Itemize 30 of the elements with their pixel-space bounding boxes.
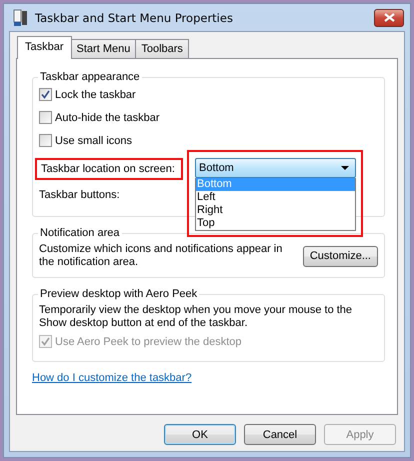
caret-icon	[341, 166, 349, 170]
checkbox-label: Use small icons	[55, 134, 132, 146]
taskbar-app-icon	[13, 8, 29, 26]
window-title: Taskbar and Start Menu Properties	[35, 10, 234, 24]
customize-button[interactable]: Customize...	[302, 246, 378, 266]
location-dropdown[interactable]: Bottom	[195, 158, 356, 178]
dropdown-option[interactable]: Top	[196, 217, 355, 230]
description-text: Customize which icons and notifications appear in the notification area.	[39, 243, 284, 269]
checkbox-label: Auto-hide the taskbar	[55, 112, 160, 124]
help-link[interactable]: How do I customize the taskbar?	[32, 372, 192, 384]
group-title: Notification area	[39, 227, 120, 239]
tab[interactable]: Toolbars	[135, 39, 189, 58]
location-label: Taskbar location on screen:	[35, 158, 183, 180]
taskbar-buttons-label: Taskbar buttons:	[39, 189, 120, 201]
checkbox-label: Lock the taskbar	[55, 88, 136, 100]
checkbox[interactable]	[39, 134, 52, 147]
tab[interactable]: Taskbar	[17, 36, 72, 59]
close-icon	[384, 13, 394, 22]
dropdown-option[interactable]: Left	[196, 191, 355, 204]
dropdown-option[interactable]: Right	[196, 204, 355, 217]
dialog-button[interactable]: Cancel	[244, 424, 316, 445]
checkbox-label: Use Aero Peek to preview the desktop	[55, 336, 242, 348]
checkbox[interactable]	[39, 111, 52, 124]
checkbox[interactable]	[39, 88, 52, 101]
close-button[interactable]	[374, 8, 404, 26]
description-text: Temporarily view the desktop when you move your mouse to the Show desktop button at end of the taskbar.	[39, 303, 354, 330]
group-title: Taskbar appearance	[39, 71, 141, 83]
dialog-button[interactable]: OK	[164, 424, 236, 445]
tab[interactable]: Start Menu	[70, 39, 136, 58]
group-title: Preview desktop with Aero Peek	[39, 288, 198, 300]
